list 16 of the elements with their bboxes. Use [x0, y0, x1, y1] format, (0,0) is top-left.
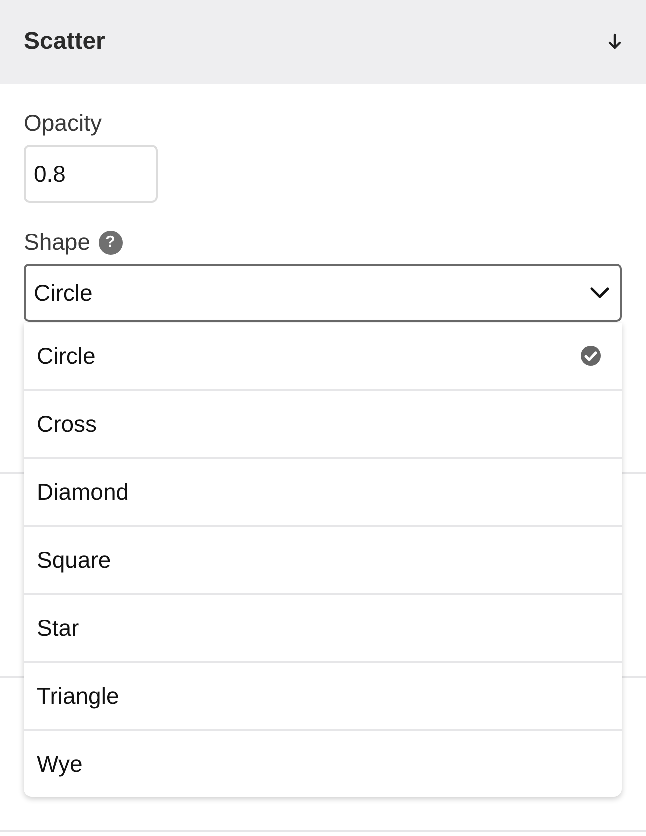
arrow-down-icon[interactable] — [608, 33, 622, 51]
dropdown-option[interactable]: Cross — [24, 389, 622, 457]
checkmark-icon — [580, 345, 602, 367]
help-icon[interactable]: ? — [98, 230, 123, 254]
dropdown-option[interactable]: Square — [24, 525, 622, 593]
opacity-input[interactable]: 0.8 — [24, 145, 158, 203]
panel-title: Scatter — [24, 28, 106, 56]
dropdown-option[interactable]: Triangle — [24, 661, 622, 729]
dropdown-option[interactable]: Wye — [24, 729, 622, 797]
dropdown-option[interactable]: Diamond — [24, 457, 622, 525]
shape-select[interactable]: Circle — [24, 264, 622, 322]
dropdown-option[interactable]: Star — [24, 593, 622, 661]
shape-label: Shape — [24, 229, 91, 256]
chevron-down-icon — [590, 287, 610, 299]
opacity-label: Opacity — [24, 110, 103, 137]
dropdown-option[interactable]: Circle — [24, 323, 622, 389]
